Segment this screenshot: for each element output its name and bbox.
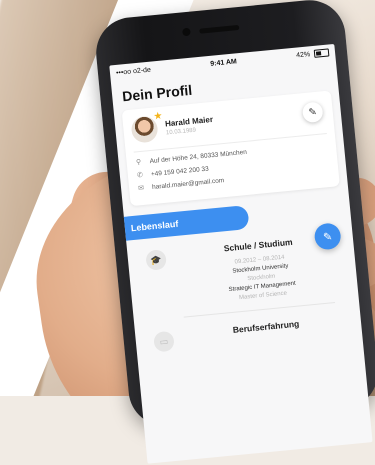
star-icon: ★	[152, 110, 163, 123]
status-time: 9:41 AM	[209, 57, 238, 68]
pencil-icon: ✎	[322, 230, 333, 244]
graduation-cap-icon: 🎓	[145, 249, 168, 271]
mail-icon: ✉	[137, 184, 145, 193]
pencil-icon: ✎	[307, 106, 318, 119]
battery-status: 42%	[296, 48, 330, 59]
lebenslauf-label: Lebenslauf	[130, 218, 179, 234]
phone-text: +49 159 042 200 33	[150, 165, 209, 178]
career-details: Berufserfahrung	[185, 314, 348, 349]
avatar[interactable]: ★	[130, 111, 163, 144]
battery-percent: 42%	[295, 51, 311, 60]
career-title: Berufserfahrung	[232, 318, 300, 335]
carrier-text: •••oo o2-de	[115, 66, 152, 77]
phone-icon: ✆	[136, 171, 144, 180]
person-header: ★ Harald Maier 10.03.1989	[130, 99, 326, 144]
briefcase-icon: ▭	[153, 330, 175, 353]
battery-icon	[313, 48, 330, 58]
phone-screen: •••oo o2-de 9:41 AM 42% Dein Profil ★ Ha…	[109, 43, 373, 464]
smartphone: •••oo o2-de 9:41 AM 42% Dein Profil ★ Ha…	[92, 0, 375, 464]
location-pin-icon: ⚲	[135, 158, 142, 167]
email-text: harald.maier@gmail.com	[151, 176, 225, 191]
profile-card: ★ Harald Maier 10.03.1989 ✎ ⚲ Auf der Hö…	[121, 90, 340, 207]
